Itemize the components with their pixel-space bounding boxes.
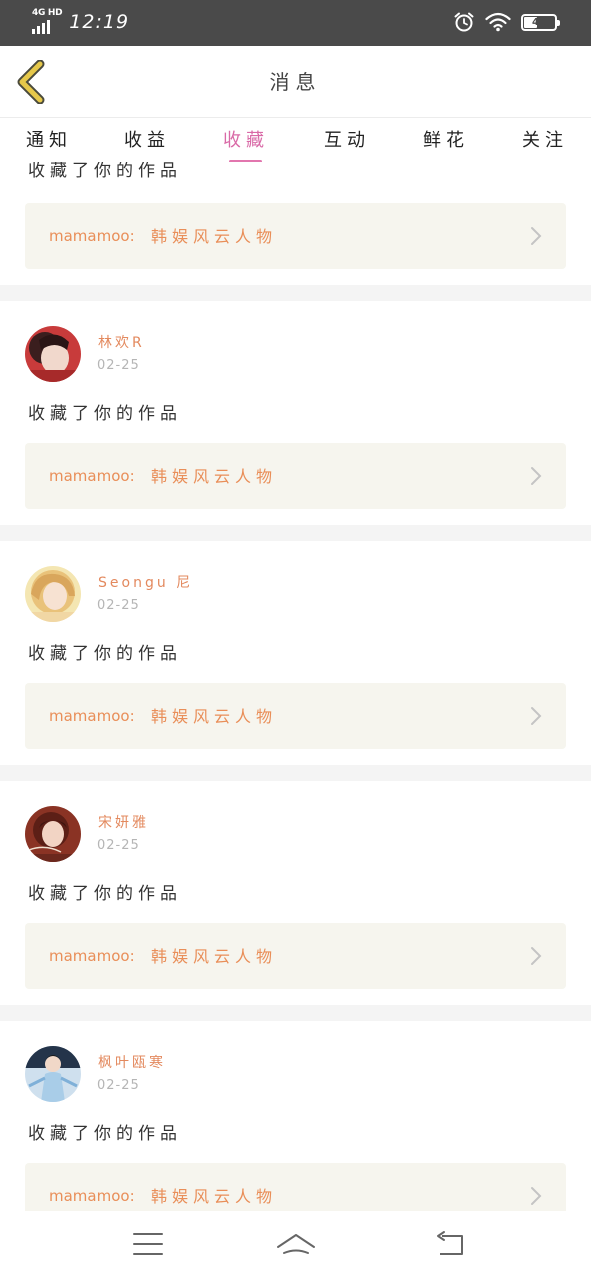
menu-button[interactable]	[128, 1229, 168, 1259]
network-label: 4G HD	[32, 8, 63, 18]
system-back-button[interactable]	[430, 1229, 470, 1259]
header: 消息	[0, 46, 591, 118]
home-icon	[277, 1234, 315, 1254]
action-text: 收藏了你的作品	[28, 1124, 182, 1144]
work-title: 韩娱风云人物	[151, 947, 278, 966]
work-author: mamamoo:	[49, 467, 135, 485]
list-item: Seongu 尼 02-25 收藏了你的作品 mamamoo: 韩娱风云人物	[0, 542, 591, 766]
menu-icon	[133, 1233, 163, 1255]
action-text: 收藏了你的作品	[28, 884, 182, 904]
work-title: 韩娱风云人物	[151, 707, 278, 726]
list-item: 林欢R 02-25 收藏了你的作品 mamamoo: 韩娱风云人物	[0, 302, 591, 526]
avatar[interactable]	[25, 566, 81, 622]
work-card[interactable]: mamamoo: 韩娱风云人物	[25, 923, 566, 989]
divider	[0, 765, 591, 781]
work-card[interactable]: mamamoo: 韩娱风云人物	[25, 443, 566, 509]
chevron-right-icon	[531, 707, 542, 725]
divider	[0, 285, 591, 301]
battery-text: 43	[532, 16, 546, 28]
work-author: mamamoo:	[49, 707, 135, 725]
action-text: 收藏了你的作品	[28, 644, 182, 664]
work-title: 韩娱风云人物	[151, 227, 278, 246]
tab-flowers[interactable]: 鲜花	[406, 126, 486, 152]
date: 02-25	[97, 358, 140, 373]
status-right: 43	[453, 11, 560, 33]
tab-following[interactable]: 关注	[505, 126, 585, 152]
status-left: 4G HD 12:19	[32, 9, 129, 34]
chevron-right-icon	[531, 1187, 542, 1205]
list-item: 宋妍雅 02-25 收藏了你的作品 mamamoo: 韩娱风云人物	[0, 782, 591, 1006]
battery-icon: 43	[521, 13, 560, 31]
divider	[0, 1005, 591, 1021]
divider	[0, 525, 591, 541]
username[interactable]: 宋妍雅	[98, 812, 149, 832]
chevron-right-icon	[531, 467, 542, 485]
action-text: 收藏了你的作品	[28, 404, 182, 424]
avatar[interactable]	[25, 326, 81, 382]
avatar[interactable]	[25, 806, 81, 862]
system-navbar	[0, 1211, 591, 1280]
work-card[interactable]: mamamoo: 韩娱风云人物	[25, 203, 566, 269]
action-text: 收藏了你的作品	[28, 162, 182, 181]
signal-icon: 4G HD	[32, 8, 63, 34]
username[interactable]: 枫叶瓯寒	[98, 1052, 166, 1072]
tab-earnings[interactable]: 收益	[107, 126, 187, 152]
chevron-right-icon	[531, 947, 542, 965]
back-arrow-icon	[437, 1231, 463, 1255]
tab-notifications[interactable]: 通知	[9, 126, 89, 152]
alarm-icon	[454, 12, 474, 32]
work-title: 韩娱风云人物	[151, 467, 278, 486]
list-item: 枫叶瓯寒 02-25 收藏了你的作品 mamamoo: 韩娱风云人物	[0, 1022, 591, 1211]
date: 02-25	[97, 838, 140, 853]
date: 02-25	[97, 598, 140, 613]
avatar[interactable]	[25, 1046, 81, 1102]
status-time: 12:19	[69, 11, 130, 33]
status-bar: 4G HD 12:19 43	[0, 0, 591, 46]
wifi-icon	[485, 12, 511, 32]
work-title: 韩娱风云人物	[151, 1187, 278, 1206]
username[interactable]: 林欢R	[98, 332, 145, 352]
work-card[interactable]: mamamoo: 韩娱风云人物	[25, 1163, 566, 1211]
work-author: mamamoo:	[49, 947, 135, 965]
work-author: mamamoo:	[49, 227, 135, 245]
chevron-right-icon	[531, 227, 542, 245]
username[interactable]: Seongu 尼	[98, 572, 193, 592]
work-card[interactable]: mamamoo: 韩娱风云人物	[25, 683, 566, 749]
page-title: 消息	[269, 70, 322, 94]
tab-bar: 通知 收益 收藏 互动 鲜花 关注	[0, 118, 591, 163]
message-feed[interactable]: 收藏了你的作品 mamamoo: 韩娱风云人物 林欢R 02-25 收藏了你的作…	[0, 162, 591, 1211]
date: 02-25	[97, 1078, 140, 1093]
home-button[interactable]	[276, 1229, 316, 1259]
work-author: mamamoo:	[49, 1187, 135, 1205]
tab-interactions[interactable]: 互动	[307, 126, 387, 152]
tab-favorites[interactable]: 收藏	[206, 126, 286, 152]
